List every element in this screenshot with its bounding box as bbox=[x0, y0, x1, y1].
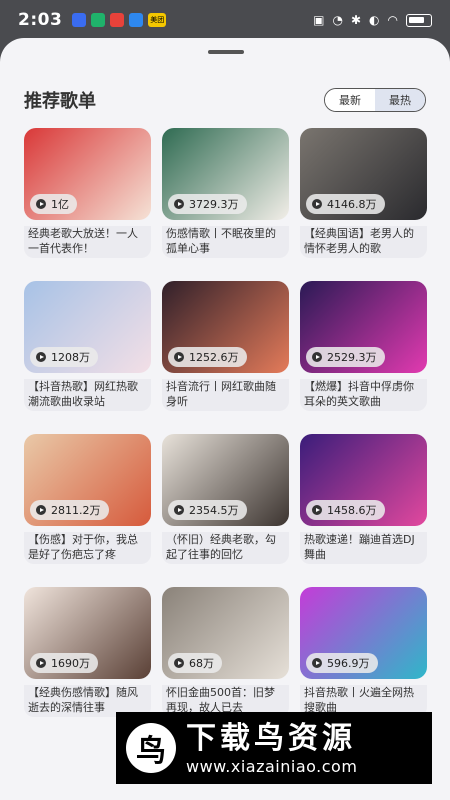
playlist-cover-image[interactable]: 1亿 bbox=[24, 128, 151, 220]
playlist-card[interactable]: 3729.3万伤感情歌丨不眠夜里的孤单心事 bbox=[162, 128, 289, 271]
watermark-title: 下载鸟资源 bbox=[186, 720, 356, 756]
play-count-badge: 1690万 bbox=[30, 653, 98, 673]
battery-icon bbox=[406, 13, 432, 27]
status-bar: 2:03 美团 ▣ ◔ ✱ ◐ ◠ bbox=[0, 0, 450, 40]
playlist-grid: 1亿 经典老歌大放送！一人一首代表作！ 3729.3万 伤感情歌丨不眠夜里的孤单心事 4… bbox=[24, 128, 428, 730]
play-count-badge: 2529.3万 bbox=[306, 347, 385, 367]
play-icon bbox=[312, 658, 322, 668]
playlist-cover-image[interactable]: 2811.2万 bbox=[24, 434, 151, 526]
playlist-cover-image[interactable]: 1252.6万 bbox=[162, 281, 289, 373]
playlist-sheet: 推荐歌单 最新 最热 1亿 经典老歌大放送！一人一首代表作！ 3729.3万 伤感情歌… bbox=[0, 38, 450, 800]
play-count: 1690万 bbox=[51, 657, 90, 670]
nfc-icon: ▣ bbox=[313, 13, 325, 27]
playlist-card[interactable]: 1亿经典老歌大放送！一人一首代表作！ bbox=[24, 128, 151, 271]
play-count: 1208万 bbox=[51, 351, 90, 364]
playlist-card[interactable]: 1252.6万抖音流行丨网红歌曲随身听 bbox=[162, 281, 289, 424]
playlist-cover-image[interactable]: 1208万 bbox=[24, 281, 151, 373]
play-count: 2354.5万 bbox=[189, 504, 239, 517]
playlist-card[interactable]: 596.9万 抖音热歌丨火遍全网热搜歌曲 bbox=[300, 587, 427, 730]
playlist-card[interactable]: 2354.5万 （怀旧）经典老歌，勾起了往事的回忆 bbox=[162, 434, 289, 577]
tab-hottest[interactable]: 最热 bbox=[375, 89, 425, 111]
play-icon bbox=[312, 199, 322, 209]
play-icon bbox=[312, 352, 322, 362]
play-count-badge: 1亿 bbox=[30, 194, 77, 214]
play-count-badge: 4146.8万 bbox=[306, 194, 385, 214]
page-title: 推荐歌单 bbox=[24, 91, 96, 112]
playlist-title[interactable]: 【经典国语】老男人的情怀老男人的歌 bbox=[300, 226, 427, 258]
play-count: 2811.2万 bbox=[51, 504, 101, 517]
playlist-card[interactable]: 68万 怀旧金曲500首：旧梦再现，故人已去 bbox=[162, 587, 289, 730]
playlist-card[interactable]: 4146.8万【经典国语】老男人的情怀老男人的歌 bbox=[300, 128, 427, 271]
playlist-card[interactable]: 1690万 【经典伤感情歌】随风逝去的深情往事 bbox=[24, 587, 151, 730]
sort-toggle: 最新 最热 bbox=[324, 88, 426, 112]
play-count: 2529.3万 bbox=[327, 351, 377, 364]
playlist-cover-image[interactable]: 1690万 bbox=[24, 587, 151, 679]
play-count-badge: 2354.5万 bbox=[168, 500, 247, 520]
play-count: 3729.3万 bbox=[189, 198, 239, 211]
playlist-cover-image[interactable]: 4146.8万 bbox=[300, 128, 427, 220]
play-count-badge: 2811.2万 bbox=[30, 500, 109, 520]
playlist-cover-image[interactable]: 2354.5万 bbox=[162, 434, 289, 526]
playlist-cover-image[interactable]: 596.9万 bbox=[300, 587, 427, 679]
play-icon bbox=[36, 658, 46, 668]
play-count-badge: 596.9万 bbox=[306, 653, 378, 673]
cloud-app-icon bbox=[129, 13, 144, 27]
watermark-text-block: 下载鸟资源 www.xiazainiao.com bbox=[186, 721, 357, 776]
download-app-icon bbox=[91, 13, 106, 27]
play-icon bbox=[36, 352, 46, 362]
tab-newest[interactable]: 最新 bbox=[325, 89, 375, 111]
watermark-banner: 鸟 下载鸟资源 www.xiazainiao.com bbox=[116, 712, 432, 784]
playlist-title[interactable]: 伤感情歌丨不眠夜里的孤单心事 bbox=[162, 226, 289, 258]
silent-icon: ◐ bbox=[369, 13, 380, 27]
play-count-badge: 68万 bbox=[168, 653, 222, 673]
playlist-cover-image[interactable]: 68万 bbox=[162, 587, 289, 679]
playlist-title[interactable]: 抖音流行丨网红歌曲随身听 bbox=[162, 379, 289, 411]
alarm-icon: ◔ bbox=[332, 13, 343, 27]
wifi-icon: ◠ bbox=[387, 13, 398, 27]
drag-handle[interactable] bbox=[208, 50, 244, 54]
section-header: 推荐歌单 最新 最热 bbox=[24, 86, 426, 114]
playlist-title[interactable]: 【抖音热歌】网红热歌潮流歌曲收录站 bbox=[24, 379, 151, 411]
play-count: 1252.6万 bbox=[189, 351, 239, 364]
play-count: 4146.8万 bbox=[327, 198, 377, 211]
play-count-badge: 1208万 bbox=[30, 347, 98, 367]
play-count-badge: 1458.6万 bbox=[306, 500, 385, 520]
music-app-icon bbox=[72, 13, 87, 27]
playlist-title[interactable]: 热歌速递！蹦迪首选DJ舞曲 bbox=[300, 532, 427, 564]
meituan-app-icon: 美团 bbox=[148, 13, 167, 27]
play-count: 596.9万 bbox=[327, 657, 370, 670]
play-count: 1亿 bbox=[51, 198, 69, 211]
playlist-title[interactable]: （怀旧）经典老歌，勾起了往事的回忆 bbox=[162, 532, 289, 564]
play-icon bbox=[36, 199, 46, 209]
play-count: 68万 bbox=[189, 657, 214, 670]
bluetooth-icon: ✱ bbox=[350, 13, 362, 27]
play-icon bbox=[36, 505, 46, 515]
playlist-title[interactable]: 经典老歌大放送！一人一首代表作！ bbox=[24, 226, 151, 258]
play-count: 1458.6万 bbox=[327, 504, 377, 517]
playlist-cover-image[interactable]: 1458.6万 bbox=[300, 434, 427, 526]
play-icon bbox=[174, 505, 184, 515]
play-icon bbox=[312, 505, 322, 515]
status-app-icons: 美团 bbox=[72, 13, 167, 27]
watermark-logo: 鸟 bbox=[126, 723, 176, 773]
playlist-card[interactable]: 2811.2万【伤感】对于你，我总是好了伤疤忘了疼 bbox=[24, 434, 151, 577]
watermark-url: www.xiazainiao.com bbox=[186, 756, 358, 776]
play-icon bbox=[174, 199, 184, 209]
playlist-card[interactable]: 1208万【抖音热歌】网红热歌潮流歌曲收录站 bbox=[24, 281, 151, 424]
playlist-card[interactable]: 1458.6万热歌速递！蹦迪首选DJ舞曲 bbox=[300, 434, 427, 577]
playlist-title[interactable]: 【伤感】对于你，我总是好了伤疤忘了疼 bbox=[24, 532, 151, 564]
playlist-cover-image[interactable]: 3729.3万 bbox=[162, 128, 289, 220]
playlist-card[interactable]: 2529.3万【燃爆】抖音中俘虏你耳朵的英文歌曲 bbox=[300, 281, 427, 424]
play-icon bbox=[174, 352, 184, 362]
status-right-icons: ▣ ◔ ✱ ◐ ◠ bbox=[313, 13, 432, 27]
play-count-badge: 3729.3万 bbox=[168, 194, 247, 214]
shop-app-icon bbox=[110, 13, 125, 27]
play-icon bbox=[174, 658, 184, 668]
playlist-cover-image[interactable]: 2529.3万 bbox=[300, 281, 427, 373]
playlist-title[interactable]: 【燃爆】抖音中俘虏你耳朵的英文歌曲 bbox=[300, 379, 427, 411]
play-count-badge: 1252.6万 bbox=[168, 347, 247, 367]
status-time: 2:03 bbox=[18, 10, 63, 30]
